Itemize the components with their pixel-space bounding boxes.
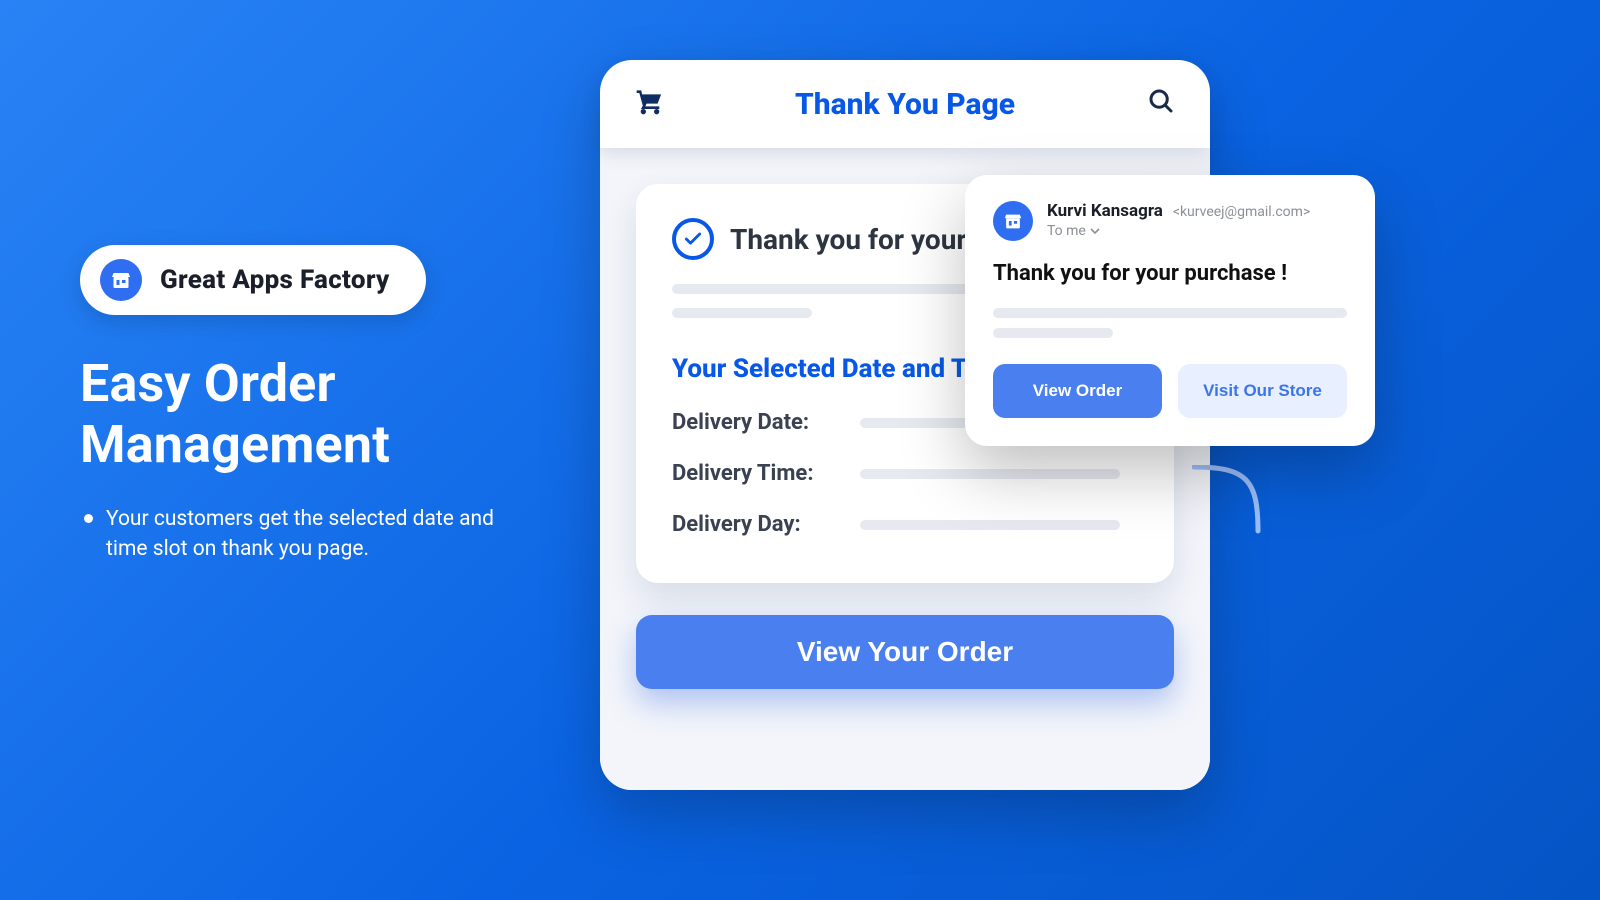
email-preview-card: Kurvi Kansagra <kurveej@gmail.com> To me…	[965, 175, 1375, 446]
chevron-down-icon	[1090, 226, 1100, 236]
cart-icon[interactable]	[634, 85, 666, 124]
feature-bullet-1: Your customers get the selected date and…	[80, 504, 535, 565]
skeleton-line	[672, 308, 812, 318]
delivery-date-label: Delivery Date:	[672, 410, 842, 435]
email-from-address: <kurveej@gmail.com>	[1173, 204, 1310, 220]
check-circle-icon	[672, 218, 714, 260]
delivery-time-label: Delivery Time:	[672, 461, 842, 486]
headline: Easy Order Management	[80, 353, 535, 476]
brand-name: Great Apps Factory	[160, 265, 390, 295]
search-icon[interactable]	[1146, 86, 1176, 123]
skeleton-line	[860, 469, 1120, 479]
email-from-name: Kurvi Kansagra	[1047, 201, 1163, 221]
visit-our-store-button[interactable]: Visit Our Store	[1178, 364, 1347, 418]
connector-line-icon	[1192, 465, 1266, 535]
device-title: Thank You Page	[795, 87, 1015, 122]
email-to-line[interactable]: To me	[1047, 223, 1310, 239]
view-order-button[interactable]: View Order	[993, 364, 1162, 418]
device-header: Thank You Page	[600, 60, 1210, 148]
view-your-order-button[interactable]: View Your Order	[636, 615, 1174, 689]
feature-bullets: Your customers get the selected date and…	[80, 504, 535, 565]
delivery-day-row: Delivery Day:	[672, 512, 1138, 537]
delivery-day-label: Delivery Day:	[672, 512, 842, 537]
brand-logo-icon	[100, 259, 142, 301]
skeleton-line	[993, 328, 1113, 338]
sender-avatar-icon	[993, 201, 1033, 241]
delivery-time-row: Delivery Time:	[672, 461, 1138, 486]
skeleton-line	[860, 520, 1120, 530]
email-subject: Thank you for your purchase !	[993, 261, 1347, 286]
brand-pill: Great Apps Factory	[80, 245, 426, 315]
skeleton-line	[993, 308, 1347, 318]
